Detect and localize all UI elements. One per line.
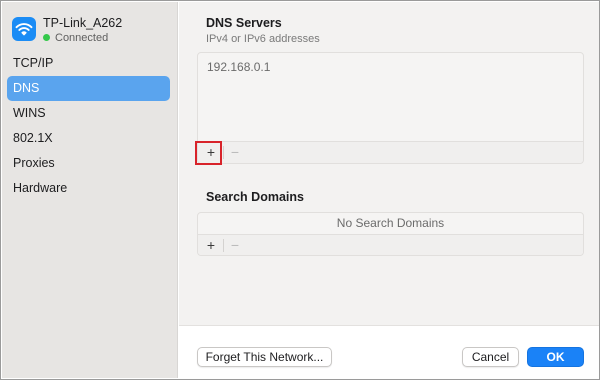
dns-servers-title: DNS Servers bbox=[206, 16, 282, 30]
sidebar-item-dns[interactable]: DNS bbox=[7, 76, 170, 101]
network-name: TP-Link_A262 bbox=[43, 16, 123, 30]
dns-servers-list[interactable]: 192.168.0.1 + − bbox=[197, 52, 584, 164]
search-domains-list[interactable]: No Search Domains + − bbox=[197, 212, 584, 256]
status-dot-icon bbox=[43, 34, 50, 41]
sidebar-item-hardware[interactable]: Hardware bbox=[7, 176, 170, 201]
ok-button[interactable]: OK bbox=[527, 347, 584, 367]
add-search-domain-button[interactable]: + bbox=[201, 237, 221, 253]
sidebar-item-wins[interactable]: WINS bbox=[7, 101, 170, 126]
search-domains-empty-text: No Search Domains bbox=[336, 216, 445, 230]
sidebar-nav: TCP/IP DNS WINS 802.1X Proxies Hardware bbox=[7, 51, 170, 201]
remove-dns-server-button[interactable]: − bbox=[225, 144, 245, 160]
main-panel: DNS Servers IPv4 or IPv6 addresses 192.1… bbox=[179, 2, 599, 378]
network-header: TP-Link_A262 Connected bbox=[12, 16, 172, 46]
connection-status-text: Connected bbox=[55, 32, 109, 44]
search-domains-title: Search Domains bbox=[206, 190, 304, 204]
sidebar-item-tcp-ip[interactable]: TCP/IP bbox=[7, 51, 170, 76]
sidebar-item-802-1x[interactable]: 802.1X bbox=[7, 126, 170, 151]
network-details-window: TP-Link_A262 Connected TCP/IP DNS WINS 8… bbox=[0, 0, 600, 380]
wifi-icon bbox=[12, 17, 36, 41]
connection-status: Connected bbox=[43, 32, 108, 44]
remove-search-domain-button[interactable]: − bbox=[225, 237, 245, 253]
footer: Forget This Network... Cancel OK bbox=[179, 325, 599, 378]
dns-servers-toolbar: + − bbox=[198, 141, 583, 163]
cancel-button[interactable]: Cancel bbox=[462, 347, 519, 367]
search-domains-toolbar: + − bbox=[198, 234, 583, 255]
dns-servers-subtitle: IPv4 or IPv6 addresses bbox=[206, 33, 320, 45]
toolbar-divider bbox=[223, 239, 224, 252]
dns-server-entry[interactable]: 192.168.0.1 bbox=[207, 60, 270, 74]
forget-network-button[interactable]: Forget This Network... bbox=[197, 347, 332, 367]
add-button-highlight bbox=[195, 141, 222, 165]
sidebar: TP-Link_A262 Connected TCP/IP DNS WINS 8… bbox=[2, 2, 178, 378]
toolbar-divider bbox=[223, 146, 224, 159]
sidebar-item-proxies[interactable]: Proxies bbox=[7, 151, 170, 176]
